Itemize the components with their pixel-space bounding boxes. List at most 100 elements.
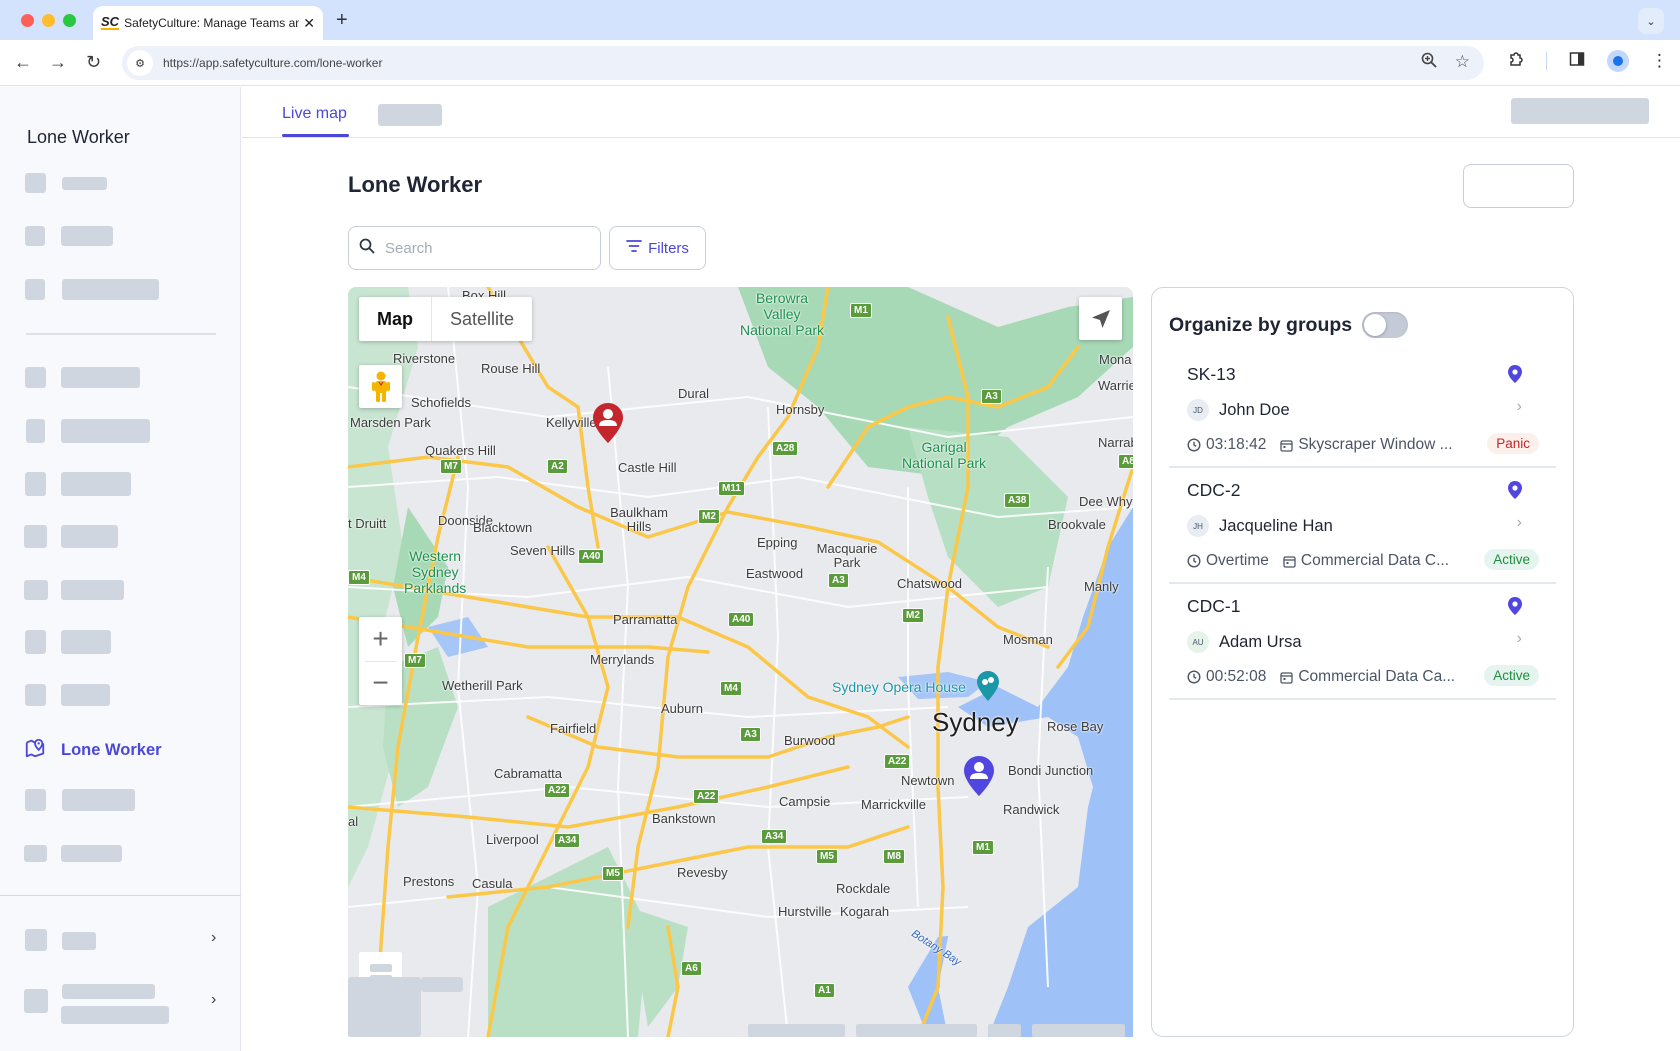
location-pin-icon[interactable]	[1507, 596, 1523, 621]
calendar-icon	[1280, 439, 1293, 452]
sidebar-item-icon-placeholder[interactable]	[25, 630, 46, 654]
zoom-out-button[interactable]: −	[359, 661, 402, 705]
status-badge: Active	[1484, 549, 1539, 570]
tab-live-map[interactable]: Live map	[282, 105, 347, 123]
location-pin-icon[interactable]	[1507, 364, 1523, 389]
street-view-pegman-icon[interactable]	[359, 365, 402, 408]
bookmark-star-icon[interactable]: ☆	[1455, 52, 1470, 73]
sidebar-item-label-placeholder[interactable]	[61, 472, 131, 496]
sidebar-footer-label-placeholder[interactable]	[62, 932, 96, 950]
live-map[interactable]: Box Hill Riverstone Rouse Hill Schofield…	[348, 287, 1133, 1037]
filters-button[interactable]: Filters	[609, 226, 706, 270]
worker-person: JH Jacqueline Han	[1187, 515, 1333, 537]
sidebar-item-icon-placeholder[interactable]	[25, 226, 45, 246]
sidebar-item-icon-placeholder[interactable]	[26, 419, 45, 443]
sidebar-item-icon-placeholder[interactable]	[25, 789, 46, 811]
map-attribution-placeholder[interactable]	[748, 1024, 845, 1037]
profile-avatar-icon[interactable]	[1607, 50, 1629, 72]
zoom-magnifier-icon[interactable]	[1421, 52, 1437, 73]
sidebar-footer-label-placeholder[interactable]	[62, 984, 155, 999]
map-pin-icon	[24, 737, 46, 764]
map-type-satellite-button[interactable]: Satellite	[432, 297, 532, 341]
side-panel-icon[interactable]	[1569, 51, 1585, 72]
map-label: Narrabe	[1098, 435, 1133, 450]
sidebar-item-label-placeholder[interactable]	[62, 279, 159, 300]
address-bar[interactable]: ⚙ https://app.safetyculture.com/lone-wor…	[122, 46, 1484, 80]
worker-timer: Overtime	[1206, 552, 1269, 569]
map-type-map-button[interactable]: Map	[359, 297, 432, 341]
worker-pin-active[interactable]	[963, 755, 995, 802]
chevron-right-icon[interactable]: ›	[1517, 398, 1522, 416]
site-settings-icon[interactable]: ⚙	[127, 50, 153, 76]
sidebar-item-label-placeholder[interactable]	[62, 789, 135, 811]
sidebar-item-icon-placeholder[interactable]	[25, 279, 45, 300]
sidebar-item-icon-placeholder[interactable]	[24, 580, 48, 600]
sidebar-item-label-placeholder[interactable]	[61, 580, 124, 600]
sidebar-item-icon-placeholder[interactable]	[24, 525, 47, 548]
tab-search-chevron-icon[interactable]: ⌄	[1638, 8, 1664, 34]
worker-list-item[interactable]: SK-13 JD John Doe › 03:18:42 Skyscraper …	[1169, 352, 1556, 468]
sidebar-item-label-placeholder[interactable]	[61, 845, 122, 862]
sidebar-item-icon-placeholder[interactable]	[25, 173, 46, 193]
window-minimize-button[interactable]	[42, 14, 55, 27]
sidebar-footer-sublabel-placeholder[interactable]	[61, 1006, 169, 1024]
window-close-button[interactable]	[21, 14, 34, 27]
tab-close-icon[interactable]: ✕	[303, 15, 315, 32]
sidebar-item-label-placeholder[interactable]	[61, 525, 118, 548]
sidebar-footer-icon-placeholder[interactable]	[25, 929, 47, 951]
sidebar-item-label-placeholder[interactable]	[61, 367, 140, 388]
sidebar-item-icon-placeholder[interactable]	[25, 367, 46, 388]
sidebar-item-icon-placeholder[interactable]	[25, 472, 46, 496]
location-pin-icon[interactable]	[1507, 480, 1523, 505]
search-field[interactable]	[348, 226, 601, 270]
map-label-city: Sydney	[932, 707, 1019, 737]
sidebar-item-label-placeholder[interactable]	[61, 630, 111, 654]
map-attribution-placeholder[interactable]	[1032, 1024, 1125, 1037]
window-maximize-button[interactable]	[63, 14, 76, 27]
chevron-right-icon[interactable]: ›	[211, 991, 216, 1009]
sidebar-footer-icon-placeholder[interactable]	[24, 989, 48, 1013]
my-location-arrow-icon[interactable]	[1079, 297, 1122, 340]
browser-tab[interactable]: SC SafetyCulture: Manage Teams and... ✕	[93, 6, 323, 40]
map-attribution-placeholder[interactable]	[988, 1024, 1021, 1037]
reload-icon[interactable]: ↻	[86, 52, 101, 72]
sidebar-item-label-placeholder[interactable]	[61, 419, 150, 443]
workers-panel: Organize by groups SK-13 JD John Doe › 0…	[1151, 287, 1574, 1037]
map-attribution-placeholder[interactable]	[856, 1024, 977, 1037]
page-tabs: Live map	[242, 87, 1680, 138]
more-menu-icon[interactable]: ⋮	[1651, 51, 1668, 71]
sidebar-item-label-placeholder[interactable]	[61, 226, 113, 246]
clock-icon	[1187, 438, 1201, 452]
back-arrow-icon[interactable]: ←	[14, 52, 32, 72]
map-label: Marsden Park	[350, 415, 431, 430]
extensions-puzzle-icon[interactable]	[1508, 51, 1524, 72]
header-action-button[interactable]	[1463, 164, 1574, 208]
new-tab-button[interactable]: +	[336, 9, 348, 32]
worker-pin-panic[interactable]	[592, 402, 624, 449]
header-action-placeholder[interactable]	[1511, 98, 1649, 124]
map-label: Hornsby	[776, 402, 825, 417]
map-logo-placeholder	[348, 977, 421, 1037]
sidebar-item-icon-placeholder[interactable]	[24, 845, 47, 862]
sidebar-item-label-placeholder[interactable]	[62, 177, 107, 190]
organize-by-groups-toggle[interactable]	[1362, 312, 1409, 338]
chevron-right-icon[interactable]: ›	[211, 929, 216, 947]
chevron-right-icon[interactable]: ›	[1517, 630, 1522, 648]
chevron-right-icon[interactable]: ›	[1517, 514, 1522, 532]
road-shield: A22	[693, 789, 720, 804]
worker-list-item[interactable]: CDC-1 AU Adam Ursa › 00:52:08 Commercial…	[1169, 584, 1556, 700]
tab-placeholder[interactable]	[378, 104, 442, 126]
sidebar-item-icon-placeholder[interactable]	[25, 684, 46, 706]
zoom-in-button[interactable]: +	[359, 617, 402, 661]
map-label: Newtown	[901, 773, 955, 788]
worker-list-item[interactable]: CDC-2 JH Jacqueline Han › Overtime Comme…	[1169, 468, 1556, 584]
forward-arrow-icon[interactable]: →	[49, 52, 67, 72]
opera-house-poi-icon[interactable]	[976, 670, 1000, 707]
search-input[interactable]	[385, 239, 585, 257]
url-text[interactable]: https://app.safetyculture.com/lone-worke…	[163, 56, 382, 70]
sidebar-item-lone-worker[interactable]: Lone Worker	[24, 737, 162, 764]
map-label: Merrylands	[590, 652, 655, 667]
sidebar-item-label-placeholder[interactable]	[61, 684, 110, 706]
calendar-icon	[1280, 671, 1293, 684]
worker-group: CDC-2	[1187, 480, 1241, 500]
